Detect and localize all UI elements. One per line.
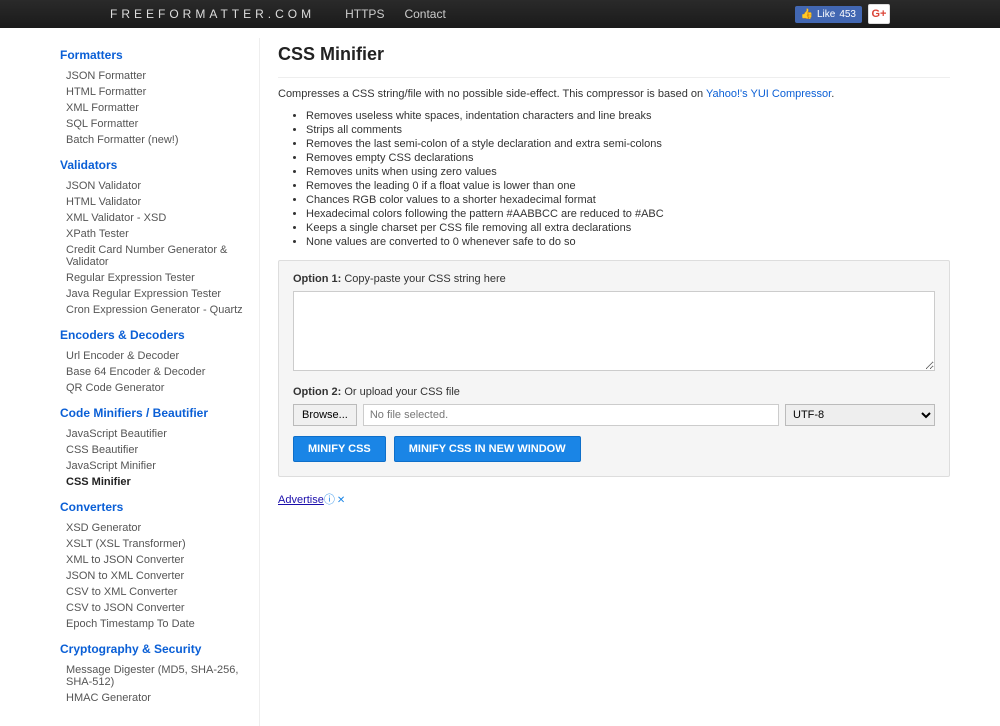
sidebar-item[interactable]: JSON Validator [60, 178, 249, 194]
minify-button[interactable]: MINIFY CSS [293, 436, 386, 462]
sidebar-item[interactable]: XML to JSON Converter [60, 552, 249, 568]
sidebar-item[interactable]: HTML Formatter [60, 84, 249, 100]
top-nav: FREEFORMATTER.COM HTTPS Contact 👍 Like 4… [0, 0, 1000, 28]
sidebar-item[interactable]: HMAC Generator [60, 690, 249, 706]
feature-item: None values are converted to 0 whenever … [306, 236, 950, 248]
sidebar-item[interactable]: JSON to XML Converter [60, 568, 249, 584]
sidebar-item[interactable]: Epoch Timestamp To Date [60, 616, 249, 632]
fb-like-button[interactable]: 👍 Like 453 [795, 6, 863, 23]
feature-item: Removes units when using zero values [306, 166, 950, 178]
feature-item: Chances RGB color values to a shorter he… [306, 194, 950, 206]
browse-button[interactable]: Browse... [293, 404, 357, 426]
feature-item: Keeps a single charset per CSS file remo… [306, 222, 950, 234]
feature-list: Removes useless white spaces, indentatio… [278, 110, 950, 248]
sidebar-item[interactable]: Url Encoder & Decoder [60, 348, 249, 364]
sidebar-heading[interactable]: Validators [60, 158, 249, 172]
sidebar-item[interactable]: CSV to JSON Converter [60, 600, 249, 616]
sidebar-item[interactable]: XML Validator - XSD [60, 210, 249, 226]
option1-label: Option 1: Copy-paste your CSS string her… [293, 273, 935, 285]
feature-item: Hexadecimal colors following the pattern… [306, 208, 950, 220]
encoding-select[interactable]: UTF-8 [785, 404, 935, 426]
sidebar-item[interactable]: HTML Validator [60, 194, 249, 210]
thumb-up-icon: 👍 [801, 9, 813, 20]
sidebar-item[interactable]: Cron Expression Generator - Quartz [60, 302, 249, 318]
sidebar-item[interactable]: Base 64 Encoder & Decoder [60, 364, 249, 380]
feature-item: Strips all comments [306, 124, 950, 136]
page-title: CSS Minifier [278, 44, 950, 65]
brand-logo[interactable]: FREEFORMATTER.COM [110, 7, 315, 21]
sidebar-heading[interactable]: Code Minifiers / Beautifier [60, 406, 249, 420]
sidebar-heading[interactable]: Cryptography & Security [60, 642, 249, 656]
advertise-bar: Advertiseⓘ✕ [278, 491, 950, 507]
divider [278, 77, 950, 78]
sidebar-heading[interactable]: Formatters [60, 48, 249, 62]
minify-new-window-button[interactable]: MINIFY CSS IN NEW WINDOW [394, 436, 581, 462]
sidebar-item[interactable]: XML Formatter [60, 100, 249, 116]
options-panel: Option 1: Copy-paste your CSS string her… [278, 260, 950, 477]
feature-item: Removes useless white spaces, indentatio… [306, 110, 950, 122]
yui-link[interactable]: Yahoo!'s YUI Compressor [706, 88, 831, 100]
sidebar-item[interactable]: JavaScript Beautifier [60, 426, 249, 442]
nav-link-https[interactable]: HTTPS [345, 7, 384, 21]
close-icon[interactable]: ✕ [337, 495, 345, 506]
sidebar-item[interactable]: XSD Generator [60, 520, 249, 536]
sidebar-item[interactable]: XSLT (XSL Transformer) [60, 536, 249, 552]
fb-like-count: 453 [839, 9, 856, 20]
gplus-button[interactable]: G+ [868, 4, 890, 24]
option2-label: Option 2: Or upload your CSS file [293, 386, 935, 398]
sidebar-item[interactable]: Credit Card Number Generator & Validator [60, 242, 249, 270]
sidebar-item[interactable]: Message Digester (MD5, SHA-256, SHA-512) [60, 662, 249, 690]
sidebar-item[interactable]: SQL Formatter [60, 116, 249, 132]
sidebar-item[interactable]: CSS Minifier [60, 474, 249, 490]
sidebar-item[interactable]: Regular Expression Tester [60, 270, 249, 286]
main-content: CSS Minifier Compresses a CSS string/fil… [260, 38, 950, 726]
feature-item: Removes the last semi-colon of a style d… [306, 138, 950, 150]
sidebar-item[interactable]: XPath Tester [60, 226, 249, 242]
info-icon[interactable]: ⓘ [324, 494, 335, 506]
sidebar-item[interactable]: JSON Formatter [60, 68, 249, 84]
feature-item: Removes empty CSS declarations [306, 152, 950, 164]
sidebar-item[interactable]: CSV to XML Converter [60, 584, 249, 600]
sidebar-item[interactable]: QR Code Generator [60, 380, 249, 396]
css-input-textarea[interactable] [293, 291, 935, 371]
sidebar-heading[interactable]: Encoders & Decoders [60, 328, 249, 342]
advertise-link[interactable]: Advertise [278, 494, 324, 506]
sidebar-heading[interactable]: Converters [60, 500, 249, 514]
file-name-display: No file selected. [363, 404, 779, 426]
sidebar-item[interactable]: Java Regular Expression Tester [60, 286, 249, 302]
fb-like-label: Like [817, 9, 835, 20]
nav-link-contact[interactable]: Contact [404, 7, 445, 21]
intro-text: Compresses a CSS string/file with no pos… [278, 88, 950, 100]
sidebar-item[interactable]: CSS Beautifier [60, 442, 249, 458]
sidebar-item[interactable]: Batch Formatter (new!) [60, 132, 249, 148]
sidebar: FormattersJSON FormatterHTML FormatterXM… [50, 38, 260, 726]
feature-item: Removes the leading 0 if a float value i… [306, 180, 950, 192]
sidebar-item[interactable]: JavaScript Minifier [60, 458, 249, 474]
